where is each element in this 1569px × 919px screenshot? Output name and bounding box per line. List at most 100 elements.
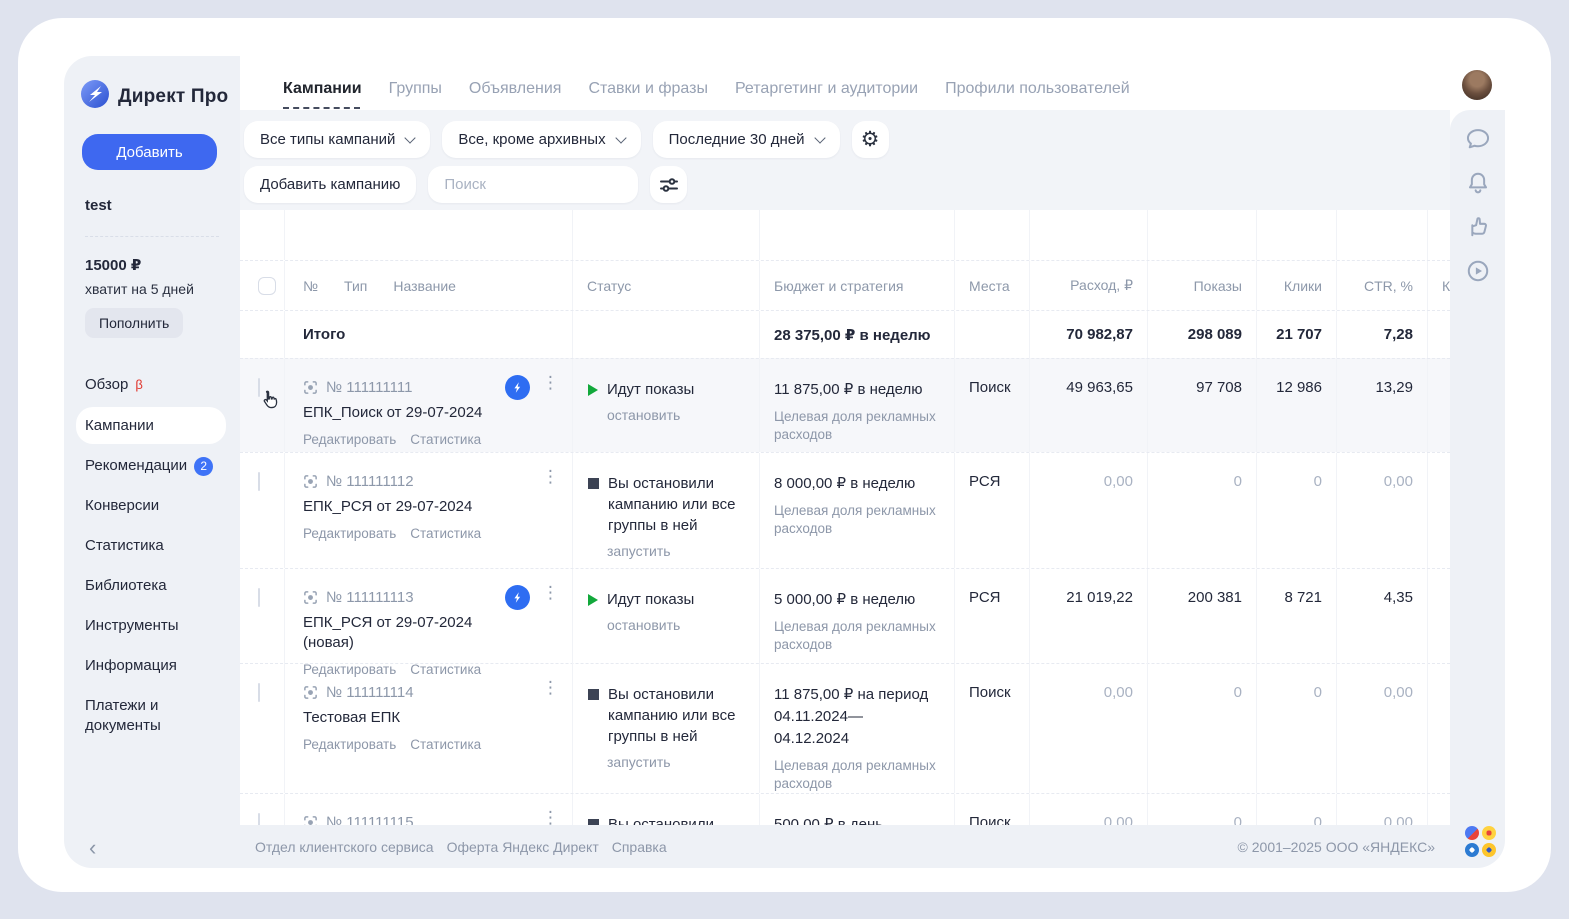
service-icon xyxy=(1482,826,1496,840)
tab-bids-phrases[interactable]: Ставки и фразы xyxy=(588,80,707,98)
search-field xyxy=(428,166,638,203)
edit-link[interactable]: Редактировать xyxy=(303,526,396,541)
start-link[interactable]: запустить xyxy=(607,754,747,770)
budget-amount: 5 000,00 ₽ в неделю xyxy=(774,589,938,611)
start-link[interactable]: запустить xyxy=(607,543,747,559)
clicks-value: 0 xyxy=(1257,794,1337,825)
thumbs-up-icon[interactable] xyxy=(1465,214,1491,240)
cost-value: 21 019,22 xyxy=(1030,569,1148,677)
col-header-type[interactable]: Тип xyxy=(344,278,367,294)
edit-link[interactable]: Редактировать xyxy=(303,432,396,447)
budget-amount: 500,00 ₽ в день xyxy=(774,814,938,825)
campaign-name[interactable]: ЕПК_РСЯ от 29-07-2024 (новая) xyxy=(303,613,502,653)
sidebar-item-information[interactable]: Информация xyxy=(64,646,240,686)
collapse-sidebar-icon[interactable]: ‹ xyxy=(89,837,96,859)
select-all-checkbox[interactable] xyxy=(258,277,276,295)
col-header-number[interactable]: № xyxy=(303,278,318,294)
campaign-name[interactable]: ЕПК_Поиск от 29-07-2024 xyxy=(303,403,502,423)
stop-link[interactable]: остановить xyxy=(607,617,747,633)
recommendations-count-badge: 2 xyxy=(194,457,213,476)
campaign-name[interactable]: ЕПК_РСЯ от 29-07-2024 xyxy=(303,497,502,517)
sidebar-item-library[interactable]: Библиотека xyxy=(64,566,240,606)
search-input[interactable] xyxy=(444,176,622,193)
play-circle-icon[interactable] xyxy=(1465,258,1491,284)
boost-badge-icon[interactable] xyxy=(505,375,530,400)
boost-badge-icon[interactable] xyxy=(505,585,530,610)
campaigns-table: № Тип Название Статус Бюджет и стратегия… xyxy=(240,210,1450,825)
add-campaign-button[interactable]: Добавить кампанию xyxy=(244,166,416,203)
sidebar-item-overview[interactable]: Обзор β xyxy=(64,365,240,405)
sliders-icon xyxy=(658,174,680,196)
sidebar-item-tools[interactable]: Инструменты xyxy=(64,606,240,646)
add-button[interactable]: Добавить xyxy=(82,134,217,170)
row-menu-icon[interactable]: ⋮ xyxy=(542,809,559,825)
cost-value: 0,00 xyxy=(1030,794,1148,825)
row-menu-icon[interactable]: ⋮ xyxy=(542,679,559,696)
col-header-conversions[interactable]: Ко xyxy=(1442,278,1450,294)
campaign-type-icon xyxy=(303,815,318,825)
yandex-services-icon[interactable] xyxy=(1465,826,1496,857)
campaign-type-icon xyxy=(303,474,318,489)
top-tabbar: Кампании Группы Объявления Ставки и фраз… xyxy=(240,56,1505,110)
places-value: РСЯ xyxy=(955,453,1030,568)
statistics-link[interactable]: Статистика xyxy=(410,432,481,447)
statistics-link[interactable]: Статистика xyxy=(410,737,481,752)
tab-campaigns[interactable]: Кампании xyxy=(283,80,362,98)
sidebar-item-payments[interactable]: Платежи и документы xyxy=(64,686,240,746)
table-row: № 111111115 ⋮ Вы остановили кампанию или… xyxy=(240,793,1450,825)
avatar[interactable] xyxy=(1462,70,1492,100)
row-checkbox[interactable] xyxy=(258,378,260,397)
date-range-filter[interactable]: Последние 30 дней xyxy=(653,121,840,158)
row-checkbox[interactable] xyxy=(258,683,260,702)
col-header-name[interactable]: Название xyxy=(393,278,456,294)
col-header-ctr[interactable]: CTR, % xyxy=(1364,278,1413,294)
advanced-filters-button[interactable] xyxy=(650,166,687,203)
row-checkbox[interactable] xyxy=(258,472,260,491)
totals-budget: 28 375,00 ₽ в неделю xyxy=(774,326,931,344)
footer-link-offer[interactable]: Оферта Яндекс Директ xyxy=(447,839,599,855)
sidebar-item-conversions[interactable]: Конверсии xyxy=(64,486,240,526)
campaign-name[interactable]: Тестовая ЕПК xyxy=(303,708,502,728)
footer-link-help[interactable]: Справка xyxy=(612,839,667,855)
statistics-link[interactable]: Статистика xyxy=(410,526,481,541)
sidebar-item-statistics[interactable]: Статистика xyxy=(64,526,240,566)
col-header-status[interactable]: Статус xyxy=(587,278,631,294)
col-header-budget[interactable]: Бюджет и стратегия xyxy=(774,278,903,294)
shows-value: 0 xyxy=(1148,453,1257,568)
stopped-status-icon xyxy=(588,478,599,489)
campaign-type-icon xyxy=(303,685,318,700)
tab-ads[interactable]: Объявления xyxy=(469,80,562,98)
col-header-places[interactable]: Места xyxy=(969,278,1010,294)
sidebar-item-campaigns[interactable]: Кампании xyxy=(76,407,226,444)
chat-icon[interactable] xyxy=(1465,126,1491,152)
running-status-icon xyxy=(588,384,598,396)
chevron-down-icon xyxy=(405,132,416,143)
row-checkbox[interactable] xyxy=(258,588,260,607)
stop-link[interactable]: остановить xyxy=(607,407,747,423)
footer-link-support[interactable]: Отдел клиентского сервиса xyxy=(255,839,434,855)
table-row: № 111111111 ЕПК_Поиск от 29-07-2024 Реда… xyxy=(240,358,1450,452)
col-header-shows[interactable]: Показы xyxy=(1194,278,1242,294)
row-menu-icon[interactable]: ⋮ xyxy=(542,584,559,601)
row-menu-icon[interactable]: ⋮ xyxy=(542,374,559,391)
clicks-value: 8 721 xyxy=(1257,569,1337,677)
row-checkbox[interactable] xyxy=(258,813,260,825)
row-menu-icon[interactable]: ⋮ xyxy=(542,468,559,485)
col-header-cost[interactable]: Расход, ₽ xyxy=(1070,277,1133,294)
tab-user-profiles[interactable]: Профили пользователей xyxy=(945,80,1130,98)
bell-icon[interactable] xyxy=(1465,170,1491,196)
settings-button[interactable]: ⚙ xyxy=(852,121,889,158)
shows-value: 0 xyxy=(1148,664,1257,793)
campaign-type-filter[interactable]: Все типы кампаний xyxy=(244,121,430,158)
edit-link[interactable]: Редактировать xyxy=(303,737,396,752)
col-header-clicks[interactable]: Клики xyxy=(1284,278,1322,294)
ctr-value: 13,29 xyxy=(1337,359,1428,452)
tab-groups[interactable]: Группы xyxy=(389,80,442,98)
tab-retargeting[interactable]: Ретаргетинг и аудитории xyxy=(735,80,918,98)
service-icon xyxy=(1465,843,1479,857)
ctr-value: 0,00 xyxy=(1337,794,1428,825)
sidebar-item-recommendations[interactable]: Рекомендации 2 xyxy=(64,446,240,486)
campaign-number: № 111111115 xyxy=(326,814,414,825)
archive-filter[interactable]: Все, кроме архивных xyxy=(442,121,640,158)
topup-button[interactable]: Пополнить xyxy=(85,308,183,338)
